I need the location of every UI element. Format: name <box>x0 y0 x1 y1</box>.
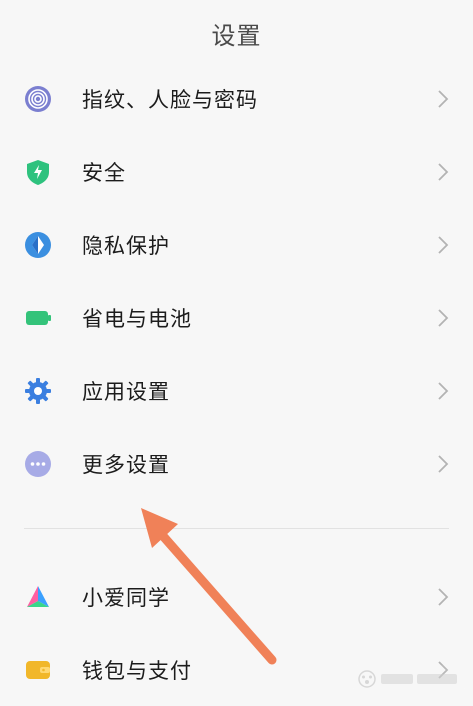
settings-item-fingerprint-face-password[interactable]: 指纹、人脸与密码 <box>0 62 473 135</box>
chevron-right-icon <box>438 308 449 327</box>
battery-icon <box>24 304 52 332</box>
more-icon <box>24 450 52 478</box>
settings-item-app-settings[interactable]: 应用设置 <box>0 354 473 427</box>
settings-item-label: 隐私保护 <box>82 233 170 258</box>
settings-item-label: 应用设置 <box>82 379 170 404</box>
privacy-icon <box>24 231 52 259</box>
settings-item-label: 钱包与支付 <box>82 658 192 683</box>
chevron-right-icon <box>438 454 449 473</box>
chevron-right-icon <box>438 235 449 254</box>
watermark-logo <box>353 665 465 693</box>
settings-list-primary: 指纹、人脸与密码 安全 隐私保护 省电与电池 应用设置 更多设置 <box>0 62 473 500</box>
settings-item-battery[interactable]: 省电与电池 <box>0 281 473 354</box>
xiaoai-icon <box>24 583 52 611</box>
settings-item-label: 安全 <box>82 160 126 185</box>
section-divider <box>24 528 449 529</box>
shield-icon <box>24 158 52 186</box>
fingerprint-icon <box>24 85 52 113</box>
settings-item-label: 指纹、人脸与密码 <box>82 87 258 112</box>
settings-item-label: 省电与电池 <box>82 306 192 331</box>
gear-icon <box>24 377 52 405</box>
settings-item-privacy[interactable]: 隐私保护 <box>0 208 473 281</box>
chevron-right-icon <box>438 89 449 108</box>
settings-item-label: 更多设置 <box>82 452 170 477</box>
chevron-right-icon <box>438 162 449 181</box>
settings-item-xiaoai[interactable]: 小爱同学 <box>0 560 473 633</box>
settings-item-more-settings[interactable]: 更多设置 <box>0 427 473 500</box>
settings-item-label: 小爱同学 <box>82 585 170 610</box>
page-title: 设置 <box>211 21 262 50</box>
header: 设置 <box>0 0 473 64</box>
chevron-right-icon <box>438 381 449 400</box>
chevron-right-icon <box>438 587 449 606</box>
settings-item-security[interactable]: 安全 <box>0 135 473 208</box>
wallet-icon <box>24 656 52 684</box>
